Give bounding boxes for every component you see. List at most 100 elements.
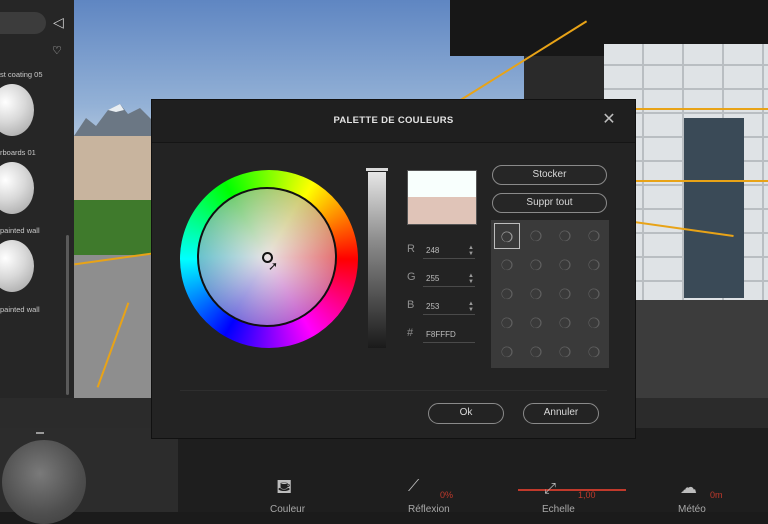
paint-drop-icon: ❍ — [558, 315, 572, 331]
weather-icon: ☁ — [680, 478, 697, 497]
material-label: rboards 01 — [0, 148, 36, 157]
saved-swatch-slot[interactable]: ❍ — [494, 310, 520, 336]
hex-input-underline — [423, 342, 475, 343]
paint-drop-icon: ❍ — [500, 229, 514, 245]
paint-drop-icon: ❍ — [558, 228, 572, 244]
saved-swatch-slot[interactable]: ❍ — [523, 252, 549, 278]
scale-value: 1,00 — [578, 490, 596, 500]
material-scrollbar[interactable] — [66, 235, 69, 395]
material-thumbnail[interactable] — [0, 240, 34, 292]
brightness-slider-handle[interactable] — [366, 168, 388, 171]
reflection-icon: ⟋ — [408, 478, 420, 495]
paint-drop-icon: ❍ — [500, 286, 514, 302]
green-input-underline — [423, 286, 475, 287]
scale-icon: ⤢ — [544, 480, 557, 497]
saved-swatch-slot[interactable]: ❍ — [494, 252, 520, 278]
saved-swatch-grid: ❍ ❍ ❍ ❍ ❍ ❍ ❍ ❍ ❍ ❍ ❍ ❍ ❍ ❍ ❍ ❍ ❍ ❍ ❍ ❍ — [491, 220, 609, 368]
guide-line — [634, 108, 768, 110]
paint-drop-icon: ❍ — [500, 315, 514, 331]
store-color-button[interactable]: Stocker — [492, 165, 607, 185]
building-door — [684, 118, 744, 298]
saved-swatch-slot[interactable]: ❍ — [523, 339, 549, 365]
reflection-property-label: Réflexion — [408, 504, 450, 515]
ok-button[interactable]: Ok — [428, 403, 504, 424]
saved-swatch-slot[interactable]: ❍ — [523, 310, 549, 336]
saved-swatch-slot[interactable]: ❍ — [552, 339, 578, 365]
paint-drop-icon: ❍ — [529, 315, 543, 331]
new-color-swatch — [407, 170, 477, 199]
paint-drop-icon: ❍ — [587, 344, 601, 360]
material-thumbnail[interactable] — [0, 162, 34, 214]
saved-swatch-slot[interactable]: ❍ — [581, 310, 607, 336]
handle-icon[interactable] — [36, 432, 44, 434]
paint-drop-icon: ❍ — [500, 344, 514, 360]
green-label: G — [407, 271, 416, 283]
close-icon[interactable]: ✕ — [600, 111, 618, 129]
paint-drop-icon: ❍ — [500, 257, 514, 273]
hex-label: # — [407, 327, 414, 339]
paint-drop-icon: ❍ — [558, 257, 572, 273]
saved-swatch-slot[interactable]: ❍ — [494, 339, 520, 365]
saved-swatch-slot[interactable]: ❍ — [552, 281, 578, 307]
color-property[interactable]: ⛾ Couleur — [262, 470, 322, 515]
material-panel: ◁ ♡ st coating 05 rboards 01 painted wal… — [0, 0, 74, 398]
saved-swatch-slot[interactable]: ❍ — [552, 252, 578, 278]
blue-input[interactable]: 253 — [426, 302, 439, 311]
red-stepper[interactable]: ▲ ▼ — [468, 245, 474, 257]
paint-drop-icon: ❍ — [558, 344, 572, 360]
saved-swatch-slot[interactable]: ❍ — [494, 281, 520, 307]
clear-all-button[interactable]: Suppr tout — [492, 193, 607, 213]
paint-drop-icon: ❍ — [587, 315, 601, 331]
saved-swatch-slot[interactable]: ❍ — [581, 281, 607, 307]
paint-drop-icon: ❍ — [529, 286, 543, 302]
saved-swatch-slot[interactable]: ❍ — [523, 281, 549, 307]
blue-label: B — [407, 299, 415, 311]
saved-swatch-slot[interactable]: ❍ — [581, 339, 607, 365]
material-preview-sphere — [2, 440, 86, 524]
hex-input[interactable]: F8FFFD — [426, 330, 456, 339]
red-input-underline — [423, 258, 475, 259]
blue-input-underline — [423, 314, 475, 315]
color-wheel[interactable]: ➚ — [180, 170, 358, 348]
weather-property[interactable]: ☁ 0m Météo — [676, 470, 746, 515]
saved-swatch-slot[interactable]: ❍ — [552, 310, 578, 336]
color-palette-dialog: PALETTE DE COULEURS ✕ ➚ R 248 ▲ ▼ G 255 ▲… — [152, 100, 635, 438]
material-thumbnail[interactable] — [0, 84, 34, 136]
material-search-field[interactable] — [0, 12, 46, 34]
saved-swatch-slot[interactable]: ❍ — [581, 223, 607, 249]
heart-icon[interactable]: ♡ — [52, 44, 62, 57]
red-label: R — [407, 243, 415, 255]
mouse-pointer-icon: ➚ — [268, 259, 279, 273]
paint-drop-icon: ❍ — [587, 228, 601, 244]
weather-value: 0m — [710, 490, 723, 500]
saved-swatch-slot[interactable]: ❍ — [494, 223, 520, 249]
green-input[interactable]: 255 — [426, 274, 439, 283]
cancel-button[interactable]: Annuler — [523, 403, 599, 424]
material-label: painted wall — [0, 305, 40, 314]
paint-bucket-icon: ⛾ — [276, 476, 293, 498]
previous-color-swatch[interactable] — [407, 197, 477, 225]
paint-drop-icon: ❍ — [587, 257, 601, 273]
paint-drop-icon: ❍ — [529, 228, 543, 244]
weather-property-label: Météo — [678, 504, 706, 515]
material-label: st coating 05 — [0, 70, 43, 79]
back-icon[interactable]: ◁ — [53, 14, 64, 31]
green-stepper[interactable]: ▲ ▼ — [468, 273, 474, 285]
dialog-title: PALETTE DE COULEURS — [333, 115, 454, 126]
paint-drop-icon: ❍ — [529, 257, 543, 273]
material-label: painted wall — [0, 226, 40, 235]
brightness-slider[interactable] — [368, 172, 386, 348]
scale-property-label: Echelle — [542, 504, 575, 515]
color-property-label: Couleur — [270, 504, 306, 515]
saved-swatch-slot[interactable]: ❍ — [523, 223, 549, 249]
reflection-value: 0% — [440, 490, 454, 500]
dialog-header: PALETTE DE COULEURS ✕ — [152, 100, 635, 143]
dialog-separator — [180, 390, 607, 391]
blue-stepper[interactable]: ▲ ▼ — [468, 301, 474, 313]
saved-swatch-slot[interactable]: ❍ — [581, 252, 607, 278]
paint-drop-icon: ❍ — [529, 344, 543, 360]
reflection-property[interactable]: ⟋ 0% Réflexion — [400, 470, 470, 515]
scale-property[interactable]: ⤢ 1,00 Echelle — [536, 470, 616, 515]
red-input[interactable]: 248 — [426, 246, 439, 255]
saved-swatch-slot[interactable]: ❍ — [552, 223, 578, 249]
